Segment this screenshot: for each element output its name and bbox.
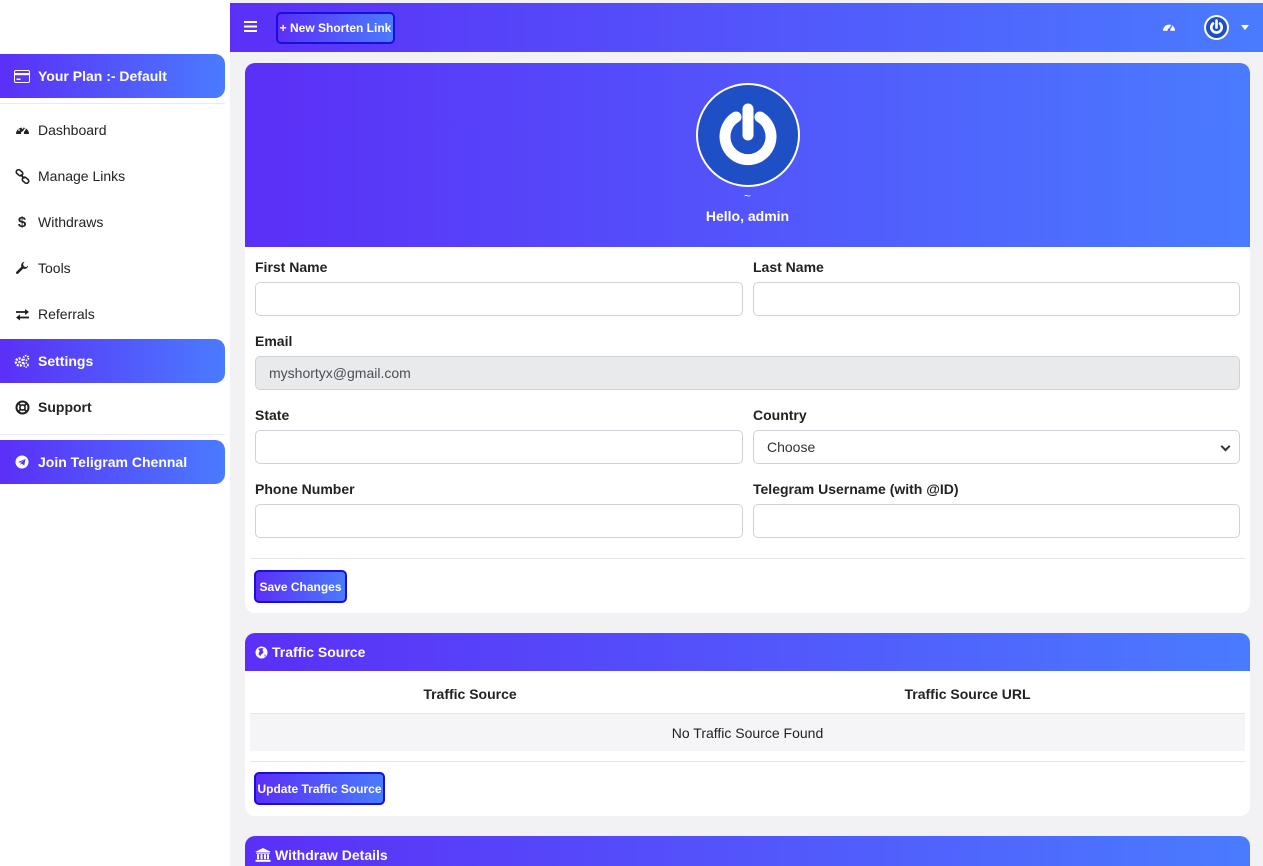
state-label: State bbox=[255, 407, 290, 423]
profile-card: ~ Hello, admin First Name Last Name Emai… bbox=[245, 63, 1250, 613]
power-logo-icon bbox=[719, 103, 777, 166]
sidebar-item-tools[interactable]: Tools bbox=[0, 246, 225, 290]
exchange-icon bbox=[14, 306, 30, 322]
traffic-source-header: Traffic Source bbox=[245, 633, 1250, 671]
chevron-down-icon bbox=[1220, 441, 1231, 452]
first-name-input[interactable] bbox=[255, 282, 743, 316]
wrench-icon bbox=[14, 260, 30, 276]
withdraw-details-title: Withdraw Details bbox=[275, 847, 388, 863]
sidebar-item-label: Support bbox=[38, 399, 92, 415]
update-traffic-source-button[interactable]: Update Traffic Source bbox=[254, 772, 385, 805]
plan-label: Your Plan :- Default bbox=[38, 68, 167, 84]
top-bar: + New Shorten Link bbox=[230, 3, 1263, 52]
traffic-source-card: Traffic Source Traffic Source Traffic So… bbox=[245, 633, 1250, 816]
profile-tilde: ~ bbox=[743, 189, 751, 203]
empty-state-row: No Traffic Source Found bbox=[250, 714, 1245, 751]
user-avatar[interactable] bbox=[1204, 15, 1229, 40]
sidebar-item-label: Dashboard bbox=[38, 122, 107, 138]
sidebar-item-withdraws[interactable]: $ Withdraws bbox=[0, 200, 225, 244]
email-label: Email bbox=[255, 333, 293, 349]
last-name-input[interactable] bbox=[753, 282, 1240, 316]
email-field: myshortyx@gmail.com bbox=[255, 356, 1240, 390]
join-telegram-button[interactable]: Join Teligram Chennal bbox=[0, 440, 225, 484]
sidebar-item-settings[interactable]: Settings bbox=[0, 339, 225, 383]
globe-icon bbox=[255, 646, 268, 659]
withdraw-details-card: Withdraw Details bbox=[245, 836, 1250, 866]
sidebar-divider bbox=[0, 434, 225, 435]
save-changes-button[interactable]: Save Changes bbox=[254, 570, 347, 603]
dollar-icon: $ bbox=[17, 213, 27, 231]
telegram-username-input[interactable] bbox=[753, 504, 1240, 538]
power-logo-icon bbox=[1206, 17, 1227, 38]
sidebar-item-label: Referrals bbox=[38, 306, 95, 322]
sidebar-item-dashboard[interactable]: Dashboard bbox=[0, 108, 225, 152]
withdraw-details-header: Withdraw Details bbox=[245, 836, 1250, 866]
sidebar-divider bbox=[0, 103, 225, 104]
column-header-traffic-source: Traffic Source bbox=[423, 686, 517, 702]
sidebar-item-label: Manage Links bbox=[38, 168, 126, 184]
dashboard-icon[interactable] bbox=[1162, 20, 1178, 36]
column-header-traffic-source-url: Traffic Source URL bbox=[904, 686, 1031, 702]
sidebar: Your Plan :- Default Dashboard Manage Li… bbox=[0, 0, 230, 866]
bank-icon bbox=[255, 848, 271, 862]
plan-badge[interactable]: Your Plan :- Default bbox=[0, 54, 225, 98]
sidebar-item-referrals[interactable]: Referrals bbox=[0, 292, 225, 336]
profile-avatar bbox=[696, 83, 800, 187]
chevron-down-icon[interactable] bbox=[1241, 25, 1249, 30]
lifebuoy-icon bbox=[14, 399, 30, 415]
form-divider bbox=[250, 558, 1245, 559]
profile-header: ~ Hello, admin bbox=[245, 63, 1250, 247]
tachometer-icon bbox=[14, 122, 30, 138]
phone-input[interactable] bbox=[255, 504, 743, 538]
link-icon bbox=[14, 168, 30, 184]
sidebar-item-label: Tools bbox=[38, 260, 71, 276]
sidebar-item-label: Withdraws bbox=[38, 214, 104, 230]
last-name-label: Last Name bbox=[753, 259, 824, 275]
telegram-icon bbox=[14, 454, 30, 470]
gears-icon bbox=[14, 353, 30, 369]
sidebar-item-label: Settings bbox=[38, 353, 94, 369]
first-name-label: First Name bbox=[255, 259, 328, 275]
country-select[interactable]: Choose bbox=[753, 430, 1240, 464]
state-input[interactable] bbox=[255, 430, 743, 464]
card-divider bbox=[250, 761, 1245, 762]
telegram-label: Join Teligram Chennal bbox=[38, 454, 188, 470]
credit-card-icon bbox=[14, 68, 30, 84]
hamburger-menu-icon[interactable] bbox=[244, 20, 258, 33]
new-shorten-link-button[interactable]: + New Shorten Link bbox=[276, 12, 395, 44]
phone-label: Phone Number bbox=[255, 481, 355, 497]
traffic-source-title: Traffic Source bbox=[272, 644, 366, 660]
profile-greeting: Hello, admin bbox=[705, 208, 790, 224]
telegram-username-label: Telegram Username (with @ID) bbox=[753, 481, 959, 497]
country-label: Country bbox=[753, 407, 807, 423]
country-select-value: Choose bbox=[767, 439, 816, 455]
sidebar-item-support[interactable]: Support bbox=[0, 385, 225, 429]
sidebar-item-manage-links[interactable]: Manage Links bbox=[0, 154, 225, 198]
